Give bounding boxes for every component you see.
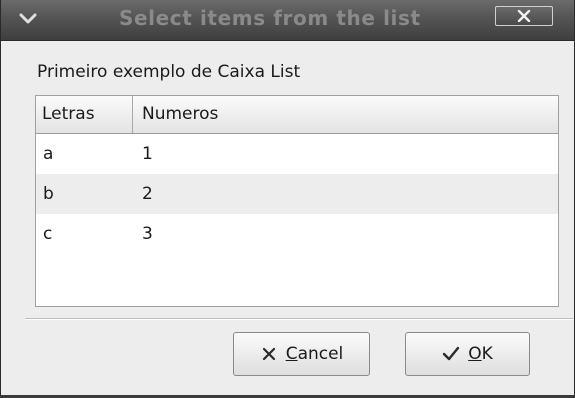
dialog-prompt: Primeiro exemplo de Caixa List xyxy=(37,62,301,82)
list-row-b[interactable]: b 2 xyxy=(36,174,558,214)
cancel-label: Cancel xyxy=(286,344,344,364)
column-header-letras[interactable]: Letras xyxy=(36,96,133,133)
cell-numero: 2 xyxy=(142,184,153,204)
ok-label: OK xyxy=(468,344,493,364)
cell-numero: 1 xyxy=(142,144,153,164)
cancel-button[interactable]: Cancel xyxy=(233,332,370,376)
close-icon xyxy=(517,10,531,22)
ok-label-rest: K xyxy=(481,344,493,364)
cell-letra: c xyxy=(43,224,53,244)
window-title: Select items from the list xyxy=(119,6,421,30)
list-row-a[interactable]: a 1 xyxy=(36,134,558,174)
list-row-c[interactable]: c 3 xyxy=(36,214,558,254)
ok-mnemonic: O xyxy=(468,344,482,364)
list-header: Letras Numeros xyxy=(36,96,558,134)
column-header-numeros[interactable]: Numeros xyxy=(133,96,558,133)
chevron-down-icon xyxy=(19,13,37,24)
window-menu-button[interactable] xyxy=(15,8,41,30)
dialog-window: Select items from the list Primeiro exem… xyxy=(0,0,575,398)
items-list[interactable]: Letras Numeros a 1 b 2 c 3 xyxy=(35,95,559,307)
title-bar[interactable]: Select items from the list xyxy=(1,0,574,41)
ok-button[interactable]: OK xyxy=(405,332,530,376)
cancel-mnemonic: C xyxy=(285,344,298,364)
cell-letra: b xyxy=(43,184,54,204)
close-button[interactable] xyxy=(495,6,553,26)
cell-letra: a xyxy=(43,144,54,164)
check-icon xyxy=(442,345,460,363)
cancel-label-rest: ancel xyxy=(297,344,344,364)
button-separator xyxy=(25,318,573,320)
x-icon xyxy=(260,345,278,363)
cell-numero: 3 xyxy=(142,224,153,244)
